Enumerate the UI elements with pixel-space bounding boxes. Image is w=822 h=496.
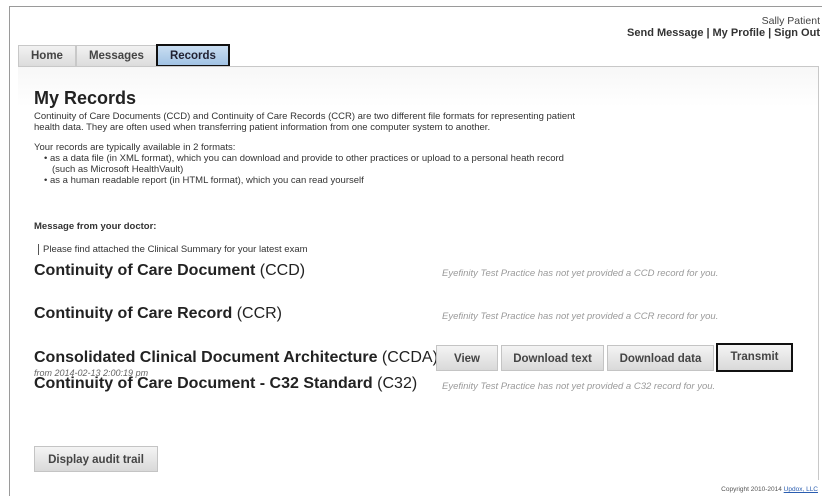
tab-records[interactable]: Records (155, 44, 230, 67)
intro-text: health data. They are often used when tr… (34, 122, 491, 133)
record-abbr: (CCR) (236, 305, 283, 322)
format-item: • as a data file (in XML format), which … (44, 153, 564, 164)
ccr-title: Continuity of Care Record (CCR) (34, 305, 282, 323)
format-text-cont: (such as Microsoft HealthVault) (52, 164, 184, 175)
format-text: as a human readable report (in HTML form… (49, 175, 364, 186)
company-link[interactable]: Updox, LLC (784, 486, 818, 493)
main-tabs: Home Messages Records (18, 44, 230, 67)
doctor-message: Please find attached the Clinical Summar… (38, 244, 308, 255)
format-item: • as a human readable report (in HTML fo… (44, 175, 364, 186)
copyright-text: Copyright 2010-2014 (721, 486, 782, 493)
ccr-status: Eyefinity Test Practice has not yet prov… (442, 311, 719, 322)
ccd-status: Eyefinity Test Practice has not yet prov… (442, 268, 719, 279)
download-data-button[interactable]: Download data (607, 345, 714, 371)
c32-status: Eyefinity Test Practice has not yet prov… (442, 381, 716, 392)
message-heading: Message from your doctor: (34, 221, 157, 232)
ccda-title: Consolidated Clinical Document Architect… (34, 349, 438, 367)
record-name: Continuity of Care Record (34, 305, 233, 322)
user-name: Sally Patient (761, 15, 820, 27)
link-separator: | (706, 27, 710, 39)
intro-text: Continuity of Care Documents (CCD) and C… (34, 111, 576, 122)
my-profile-link[interactable]: My Profile (713, 27, 766, 39)
formats-intro: Your records are typically available in … (34, 142, 236, 153)
view-button[interactable]: View (436, 345, 498, 371)
record-name: Continuity of Care Document - C32 Standa… (34, 375, 373, 392)
c32-title: Continuity of Care Document - C32 Standa… (34, 375, 417, 393)
top-links: Send Message | My Profile | Sign Out (627, 27, 820, 39)
record-abbr: (C32) (377, 375, 418, 392)
link-separator: | (768, 27, 772, 39)
tab-home[interactable]: Home (18, 45, 76, 66)
tab-messages[interactable]: Messages (75, 45, 157, 66)
send-message-link[interactable]: Send Message (627, 27, 703, 39)
ccd-title: Continuity of Care Document (CCD) (34, 262, 305, 280)
record-name: Consolidated Clinical Document Architect… (34, 349, 378, 366)
record-name: Continuity of Care Document (34, 262, 256, 279)
sign-out-link[interactable]: Sign Out (774, 27, 820, 39)
download-text-button[interactable]: Download text (501, 345, 604, 371)
transmit-button[interactable]: Transmit (716, 343, 793, 372)
record-abbr: (CCDA) (381, 349, 438, 366)
record-abbr: (CCD) (259, 262, 306, 279)
format-text: as a data file (in XML format), which yo… (49, 153, 564, 164)
copyright: Copyright 2010-2014 Updox, LLC (721, 486, 818, 493)
display-audit-trail-button[interactable]: Display audit trail (34, 446, 158, 472)
page-title: My Records (34, 88, 137, 108)
